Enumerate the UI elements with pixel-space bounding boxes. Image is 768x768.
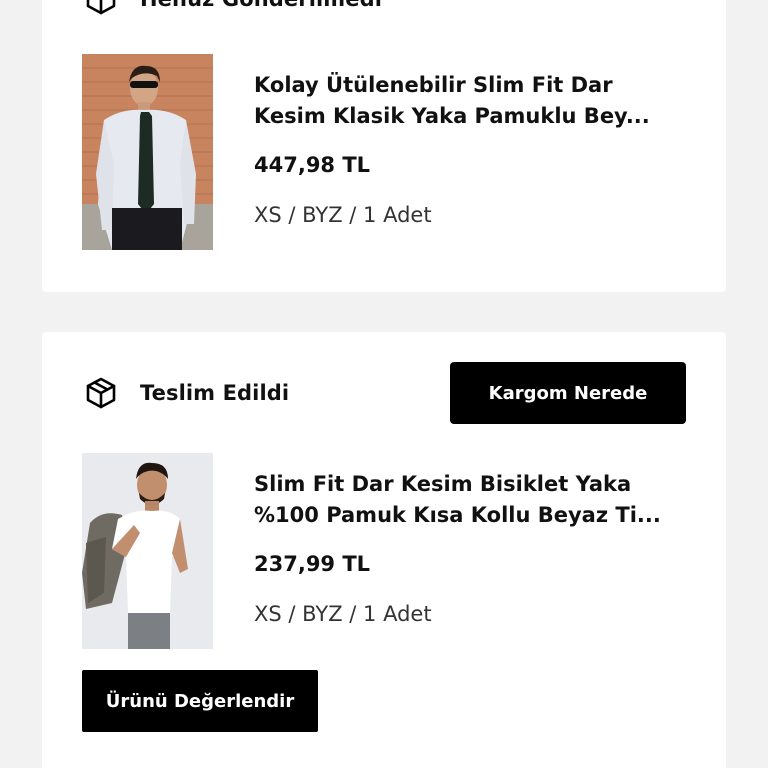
- product-price: 237,99 TL: [254, 552, 371, 576]
- product-image[interactable]: [82, 453, 213, 649]
- product-info[interactable]: Kolay Ütülenebilir Slim Fit Dar Kesim Kl…: [254, 70, 694, 230]
- product-variant: XS / BYZ / 1 Adet: [254, 602, 432, 626]
- order-status-label: Henüz Gönderilmedi: [140, 0, 382, 11]
- product-title-line: Slim Fit Dar Kesim Bisiklet Yaka: [254, 472, 632, 496]
- product-title-line: %100 Pamuk Kısa Kollu Beyaz Ti...: [254, 503, 661, 527]
- order-status-row: Teslim Edildi: [84, 376, 289, 410]
- track-shipment-button[interactable]: Kargom Nerede: [450, 362, 686, 424]
- product-title[interactable]: Kolay Ütülenebilir Slim Fit Dar Kesim Kl…: [254, 70, 694, 132]
- product-price: 447,98 TL: [254, 153, 371, 177]
- product-title-line: Kesim Klasik Yaka Pamuklu Bey...: [254, 104, 650, 128]
- product-info[interactable]: Slim Fit Dar Kesim Bisiklet Yaka %100 Pa…: [254, 469, 694, 629]
- order-status-label: Teslim Edildi: [140, 381, 290, 405]
- product-image[interactable]: [82, 54, 213, 250]
- product-title[interactable]: Slim Fit Dar Kesim Bisiklet Yaka %100 Pa…: [254, 469, 694, 531]
- product-variant: XS / BYZ / 1 Adet: [254, 203, 432, 227]
- package-icon: [84, 0, 118, 16]
- review-product-button[interactable]: Ürünü Değerlendir: [82, 670, 318, 732]
- order-card: Henüz Gönderilmedi: [42, 0, 726, 292]
- order-status-row: Henüz Gönderilmedi: [84, 0, 382, 16]
- package-icon: [84, 376, 118, 410]
- order-card: Teslim Edildi Kargom Nerede Slim Fit Dar…: [42, 332, 726, 768]
- product-title-line: Kolay Ütülenebilir Slim Fit Dar: [254, 73, 613, 97]
